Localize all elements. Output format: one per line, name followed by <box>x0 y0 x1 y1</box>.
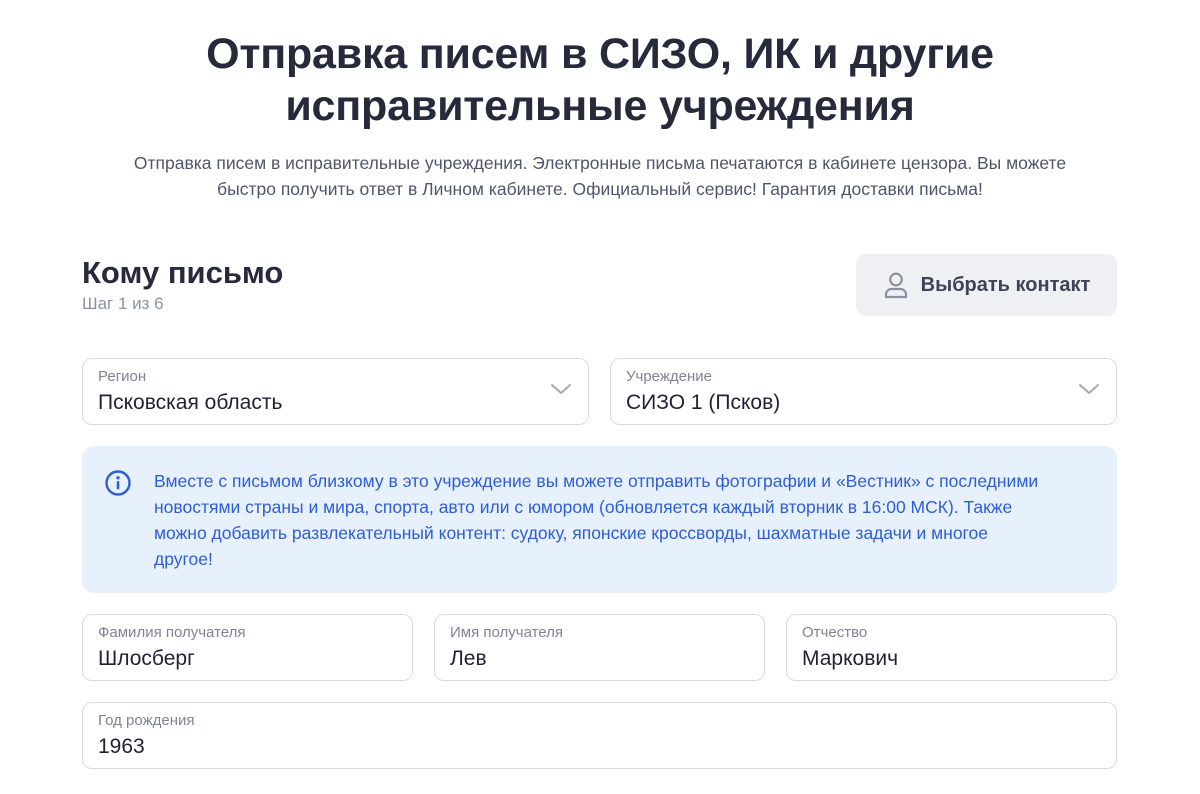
info-icon <box>104 469 132 502</box>
choose-contact-label: Выбрать контакт <box>920 273 1091 296</box>
institution-select[interactable]: Учреждение СИЗО 1 (Псков) <box>610 358 1117 425</box>
page-title-line-2: исправительные учреждения <box>285 82 915 130</box>
patronymic-field[interactable]: Отчество Маркович <box>786 614 1117 681</box>
info-text: Вместе с письмом близкому в это учрежден… <box>154 468 1077 572</box>
region-value: Псковская область <box>98 391 283 414</box>
last-name-value: Шлосберг <box>98 647 195 670</box>
info-text-line-2: новостями страны и мира, спорта, авто ил… <box>154 497 1013 517</box>
patronymic-value: Маркович <box>802 647 899 670</box>
first-name-field[interactable]: Имя получателя Лев <box>434 614 765 681</box>
patronymic-label: Отчество <box>802 624 868 641</box>
info-text-line-3: можно добавить развлекательный контент: … <box>154 523 989 543</box>
page-subtitle-line-1: Отправка писем в исправительные учрежден… <box>133 153 1067 173</box>
section-title: Кому письмо <box>82 255 284 290</box>
birth-year-field[interactable]: Год рождения 1963 <box>82 702 1117 769</box>
region-label: Регион <box>98 368 147 385</box>
info-text-line-4: другое! <box>154 549 213 569</box>
institution-value: СИЗО 1 (Псков) <box>626 391 781 414</box>
birth-year-value: 1963 <box>98 735 145 758</box>
last-name-field[interactable]: Фамилия получателя Шлосберг <box>82 614 413 681</box>
letter-form-page: Отправка писем в СИЗО, ИК и другие испра… <box>0 0 1200 794</box>
info-banner: Вместе с письмом близкому в это учрежден… <box>82 446 1117 593</box>
institution-label: Учреждение <box>626 368 712 385</box>
choose-contact-button[interactable]: Выбрать контакт <box>856 254 1117 316</box>
page-title: Отправка писем в СИЗО, ИК и другие испра… <box>100 28 1100 132</box>
user-icon <box>883 271 909 299</box>
page-subtitle-line-2: быстро получить ответ в Личном кабинете.… <box>217 179 983 199</box>
info-text-line-1: Вместе с письмом близкому в это учрежден… <box>154 471 1039 491</box>
page-subtitle: Отправка писем в исправительные учрежден… <box>90 150 1110 202</box>
page-title-line-1: Отправка писем в СИЗО, ИК и другие <box>206 30 994 78</box>
first-name-value: Лев <box>450 647 487 670</box>
chevron-down-icon <box>1078 382 1100 401</box>
step-indicator: Шаг 1 из 6 <box>82 294 164 313</box>
last-name-label: Фамилия получателя <box>98 624 246 641</box>
chevron-down-icon <box>550 382 572 401</box>
region-select[interactable]: Регион Псковская область <box>82 358 589 425</box>
first-name-label: Имя получателя <box>450 624 564 641</box>
birth-year-label: Год рождения <box>98 712 195 729</box>
